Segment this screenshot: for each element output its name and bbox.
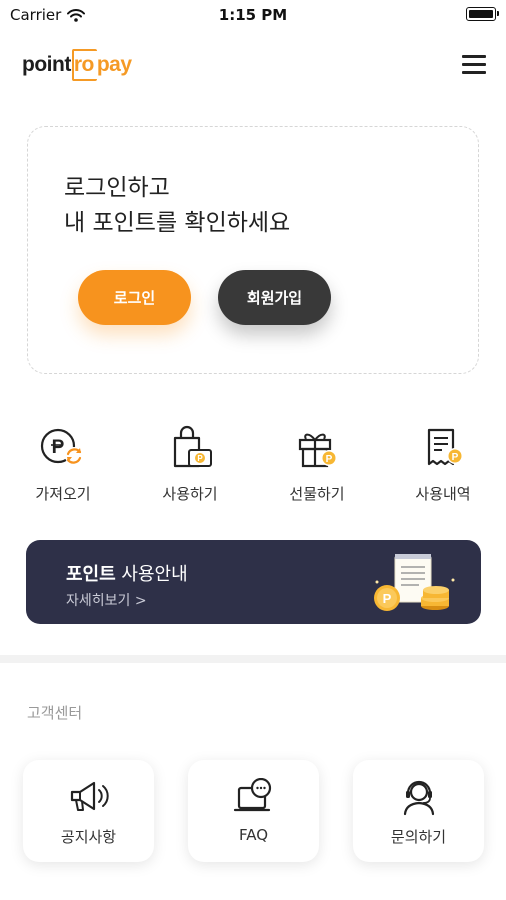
login-prompt-line2: 내 포인트를 확인하세요	[64, 210, 291, 236]
login-prompt-line1: 로그인하고	[64, 175, 170, 201]
section-divider	[0, 655, 506, 663]
logo-text-point: point	[22, 53, 71, 76]
svg-text:P: P	[326, 454, 333, 465]
banner-title: 포인트 사용안내	[66, 560, 188, 586]
banner-title-rest: 사용안내	[115, 564, 188, 585]
quick-menu-history-label: 사용내역	[415, 485, 471, 503]
faq-card-label: FAQ	[238, 826, 269, 844]
login-prompt: 로그인하고 내 포인트를 확인하세요	[64, 171, 290, 241]
inquiry-card-label: 문의하기	[390, 828, 447, 846]
headset-agent-icon	[403, 780, 434, 816]
svg-text:P: P	[197, 454, 203, 463]
point-import-icon: P	[40, 428, 83, 465]
quick-menu-history[interactable]: P 사용내역	[393, 420, 493, 506]
battery-icon	[466, 7, 499, 21]
pointropay-logo[interactable]: point ro pay	[22, 49, 132, 81]
login-card: 로그인하고 내 포인트를 확인하세요 로그인 회원가입	[27, 126, 479, 374]
quick-menu-use[interactable]: P 사용하기	[140, 420, 240, 506]
quick-menu: P 가져오기 P 사용하기 P 선물하기 P 사용내역	[0, 420, 506, 510]
faq-card[interactable]: FAQ	[188, 760, 319, 862]
quick-menu-import[interactable]: P 가져오기	[13, 420, 113, 506]
faq-icon	[233, 778, 271, 812]
banner-title-bold: 포인트	[66, 564, 116, 585]
quick-menu-gift-label: 선물하기	[289, 485, 345, 503]
logo-text-pay: pay	[96, 53, 132, 76]
login-button[interactable]: 로그인	[78, 270, 191, 325]
hamburger-menu-icon[interactable]	[462, 55, 486, 75]
receipt-icon: P	[427, 428, 463, 466]
gift-icon: P	[298, 433, 337, 468]
signup-button[interactable]: 회원가입	[218, 270, 331, 325]
quick-menu-gift[interactable]: P 선물하기	[267, 420, 367, 506]
megaphone-icon	[70, 781, 109, 811]
app-header: point ro pay	[0, 40, 506, 90]
coins-notepad-illustration: P	[374, 554, 455, 611]
notice-card-label: 공지사항	[60, 828, 117, 846]
banner-more-link[interactable]: 자세히보기 >	[66, 590, 147, 610]
inquiry-card[interactable]: 문의하기	[353, 760, 484, 862]
logo-text-ro: ro	[71, 49, 97, 81]
shopping-bag-icon: P	[173, 425, 212, 468]
svg-text:P: P	[52, 437, 65, 458]
svg-text:P: P	[383, 591, 392, 606]
quick-menu-import-label: 가져오기	[35, 485, 91, 503]
svg-text:P: P	[452, 452, 459, 463]
point-guide-banner[interactable]: 포인트 사용안내 자세히보기 > P	[26, 540, 481, 624]
customer-center-title: 고객센터	[27, 704, 83, 722]
quick-menu-use-label: 사용하기	[162, 485, 218, 503]
status-time: 1:15 PM	[218, 6, 288, 24]
status-bar: Carrier 1:15 PM	[0, 0, 506, 30]
notice-card[interactable]: 공지사항	[23, 760, 154, 862]
